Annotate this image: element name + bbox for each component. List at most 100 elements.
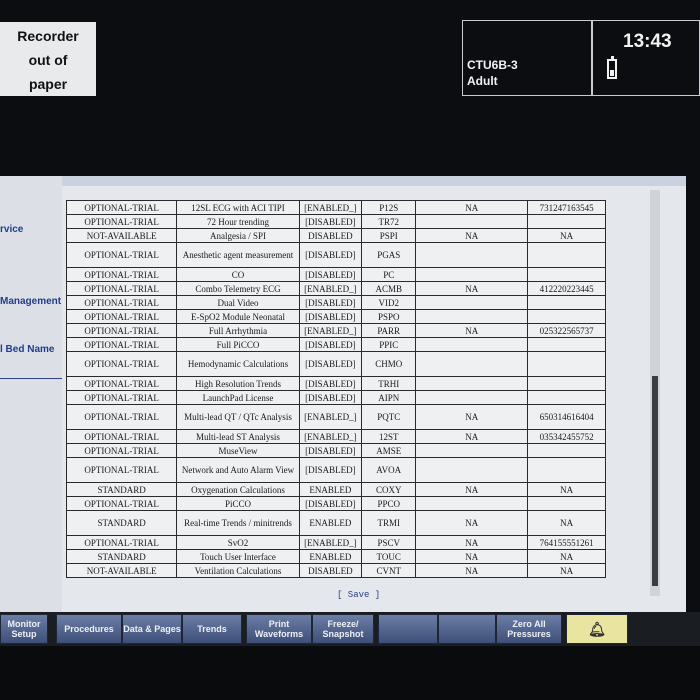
table-row[interactable]: OPTIONAL-TRIAL Multi-lead QT / QTc Analys… (65, 404, 606, 430)
status-cell: OPTIONAL-TRIAL (65, 496, 178, 511)
feature-name-cell: 72 Hour trending (176, 214, 300, 229)
enabled-state-cell[interactable]: [ENABLED_] (298, 535, 363, 550)
table-row[interactable]: OPTIONAL-TRIAL High Resolution Trends [DIS… (65, 376, 606, 391)
enabled-state-cell[interactable]: [DISABLED] (298, 496, 363, 511)
table-row[interactable]: OPTIONAL-TRIAL 72 Hour trending [DISABLED]… (65, 214, 606, 229)
blank-softkey-2[interactable] (438, 614, 496, 644)
license-key-cell (527, 496, 606, 511)
enabled-state-cell[interactable]: ENABLED (298, 482, 363, 497)
enabled-state-cell[interactable]: [DISABLED] (298, 242, 363, 268)
status-cell: OPTIONAL-TRIAL (65, 295, 178, 310)
software-options-table: OPTIONAL-TRIAL 12SL ECG with ACI TIPI [ENA… (65, 200, 606, 578)
enabled-state-cell[interactable]: [DISABLED] (298, 309, 363, 324)
key-na-cell (415, 457, 529, 483)
license-key-cell: 412220223445 (527, 281, 606, 296)
enabled-state-cell[interactable]: ENABLED (298, 549, 363, 564)
table-row[interactable]: OPTIONAL-TRIAL Full Arrhythmia [ENABLED_] P… (65, 323, 606, 338)
enabled-state-cell[interactable]: [ENABLED_] (298, 429, 363, 444)
enabled-state-cell[interactable]: [DISABLED] (298, 337, 363, 352)
enabled-state-cell[interactable]: [ENABLED_] (298, 200, 363, 215)
table-row[interactable]: OPTIONAL-TRIAL LaunchPad License [DISABLED… (65, 390, 606, 405)
enabled-state-cell[interactable]: [DISABLED] (298, 390, 363, 405)
procedures-button[interactable]: Procedures (56, 614, 122, 644)
blank-softkey-1[interactable] (378, 614, 438, 644)
feature-name-cell: Network and Auto Alarm View (176, 457, 300, 483)
code-cell: VID2 (361, 295, 417, 310)
table-row[interactable]: OPTIONAL-TRIAL Dual Video [DISABLED] VID2 (65, 295, 606, 310)
menu-item-bed-name[interactable]: l Bed Name (0, 344, 54, 355)
code-cell: TR72 (361, 214, 417, 229)
enabled-state-cell[interactable]: DISABLED (298, 228, 363, 243)
bed-info-panel[interactable]: CTU6B-3 Adult (462, 20, 592, 96)
key-na-cell (415, 351, 529, 377)
data-pages-button[interactable]: Data & Pages (122, 614, 182, 644)
feature-name-cell: Multi-lead QT / QTc Analysis (176, 404, 300, 430)
table-row[interactable]: OPTIONAL-TRIAL Combo Telemetry ECG [ENABLE… (65, 281, 606, 296)
table-row[interactable]: STANDARD Touch User Interface ENABLED TOUC N… (65, 549, 606, 564)
trends-button[interactable]: Trends (182, 614, 242, 644)
feature-name-cell: Hemodynamic Calculations (176, 351, 300, 377)
key-na-cell (415, 496, 529, 511)
enabled-state-cell[interactable]: [DISABLED] (298, 376, 363, 391)
recorder-status-panel[interactable]: Recorder out of paper (0, 22, 96, 96)
save-button[interactable]: [ Save ] (337, 590, 380, 600)
enabled-state-cell[interactable]: ENABLED (298, 510, 363, 536)
key-na-cell: NA (415, 429, 529, 444)
enabled-state-cell[interactable]: [DISABLED] (298, 457, 363, 483)
license-key-cell: NA (527, 228, 606, 243)
enabled-state-cell[interactable]: [DISABLED] (298, 214, 363, 229)
alarm-silence-button[interactable]: 🔔︎ (566, 614, 628, 644)
zero-all-pressures-button[interactable]: Zero All Pressures (496, 614, 562, 644)
key-na-cell: NA (415, 549, 529, 564)
status-cell: NOT-AVAILABLE (65, 228, 178, 243)
license-key-cell (527, 390, 606, 405)
table-row[interactable]: OPTIONAL-TRIAL E-SpO2 Module Neonatal [DIS… (65, 309, 606, 324)
enabled-state-cell[interactable]: DISABLED (298, 563, 363, 578)
scrollbar-thumb[interactable] (652, 376, 658, 586)
feature-name-cell: Full Arrhythmia (176, 323, 300, 338)
table-row[interactable]: OPTIONAL-TRIAL Network and Auto Alarm Vie… (65, 457, 606, 483)
table-row[interactable]: NOT-AVAILABLE Ventilation Calculations DIS… (65, 563, 606, 578)
status-cell: NOT-AVAILABLE (65, 563, 178, 578)
enabled-state-cell[interactable]: [DISABLED] (298, 267, 363, 282)
code-cell: PC (361, 267, 417, 282)
table-row[interactable]: STANDARD Oxygenation Calculations ENABLED C… (65, 482, 606, 497)
monitor-setup-button[interactable]: Monitor Setup (0, 614, 48, 644)
table-row[interactable]: NOT-AVAILABLE Analgesia / SPI DISABLED PSPI… (65, 228, 606, 243)
clock-panel: 13:43 (592, 20, 700, 96)
table-row[interactable]: OPTIONAL-TRIAL Hemodynamic Calculations [D… (65, 351, 606, 377)
table-row[interactable]: OPTIONAL-TRIAL PiCCO [DISABLED] PPCO (65, 496, 606, 511)
table-row[interactable]: OPTIONAL-TRIAL SvO2 [ENABLED_] PSCV NA 764155… (65, 535, 606, 550)
print-waveforms-button[interactable]: Print Waveforms (246, 614, 312, 644)
code-cell: AMSE (361, 443, 417, 458)
recorder-line-1: Recorder (17, 28, 79, 44)
enabled-state-cell[interactable]: [DISABLED] (298, 443, 363, 458)
table-row[interactable]: OPTIONAL-TRIAL Anesthetic agent measureme… (65, 242, 606, 268)
status-cell: OPTIONAL-TRIAL (65, 376, 178, 391)
enabled-state-cell[interactable]: [DISABLED] (298, 295, 363, 310)
license-key-cell (527, 295, 606, 310)
code-cell: TRMI (361, 510, 417, 536)
freeze-snapshot-button[interactable]: Freeze/ Snapshot (312, 614, 374, 644)
table-row[interactable]: STANDARD Real-time Trends / minitrends ENA… (65, 510, 606, 536)
table-row[interactable]: OPTIONAL-TRIAL 12SL ECG with ACI TIPI [ENA… (65, 200, 606, 215)
key-na-cell (415, 242, 529, 268)
license-key-cell (527, 376, 606, 391)
key-na-cell (415, 295, 529, 310)
enabled-state-cell[interactable]: [DISABLED] (298, 351, 363, 377)
key-na-cell: NA (415, 563, 529, 578)
menu-item-service[interactable]: rvice (0, 224, 23, 235)
menu-item-management[interactable]: Management (0, 296, 61, 307)
status-cell: STANDARD (65, 510, 178, 536)
divider (0, 378, 62, 379)
enabled-state-cell[interactable]: [ENABLED_] (298, 323, 363, 338)
table-row[interactable]: OPTIONAL-TRIAL CO [DISABLED] PC (65, 267, 606, 282)
code-cell: AIPN (361, 390, 417, 405)
status-cell: OPTIONAL-TRIAL (65, 267, 178, 282)
code-cell: PSPO (361, 309, 417, 324)
table-row[interactable]: OPTIONAL-TRIAL Multi-lead ST Analysis [ENA… (65, 429, 606, 444)
table-row[interactable]: OPTIONAL-TRIAL MuseView [DISABLED] AMSE (65, 443, 606, 458)
enabled-state-cell[interactable]: [ENABLED_] (298, 281, 363, 296)
table-row[interactable]: OPTIONAL-TRIAL Full PiCCO [DISABLED] PPIC (65, 337, 606, 352)
enabled-state-cell[interactable]: [ENABLED_] (298, 404, 363, 430)
